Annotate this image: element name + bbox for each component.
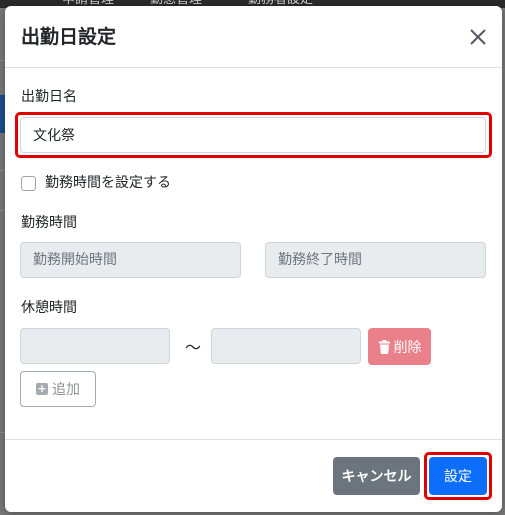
close-icon [470, 29, 486, 45]
work-hours-label: 勤務時間 [21, 215, 77, 231]
break-start-input[interactable] [20, 328, 170, 364]
close-button[interactable] [467, 26, 489, 48]
trash-icon [378, 339, 390, 354]
break-separator: 〜 [184, 338, 201, 357]
work-end-input[interactable] [265, 242, 486, 278]
add-break-button[interactable]: + 追加 [20, 371, 96, 407]
delete-break-label: 削除 [393, 339, 422, 356]
submit-button[interactable]: 設定 [429, 457, 487, 495]
workday-settings-modal: 出勤日設定 出勤日名 勤務時間を設定する 勤務時間 休憩時間 〜 削除 + 追加… [5, 6, 502, 512]
workday-name-input[interactable] [20, 117, 486, 153]
set-hours-checkbox[interactable] [21, 176, 36, 191]
delete-break-button[interactable]: 削除 [368, 328, 431, 365]
break-time-label: 休憩時間 [21, 300, 77, 316]
modal-header: 出勤日設定 [5, 6, 502, 68]
add-break-label: 追加 [52, 382, 80, 398]
cancel-button[interactable]: キャンセル [333, 457, 420, 495]
break-end-input[interactable] [211, 328, 361, 364]
set-hours-checkbox-label[interactable]: 勤務時間を設定する [45, 174, 171, 192]
modal-title: 出勤日設定 [21, 26, 117, 48]
workday-name-label: 出勤日名 [21, 89, 77, 105]
work-start-input[interactable] [20, 242, 241, 278]
modal-footer [5, 439, 502, 512]
plus-icon: + [36, 382, 48, 395]
